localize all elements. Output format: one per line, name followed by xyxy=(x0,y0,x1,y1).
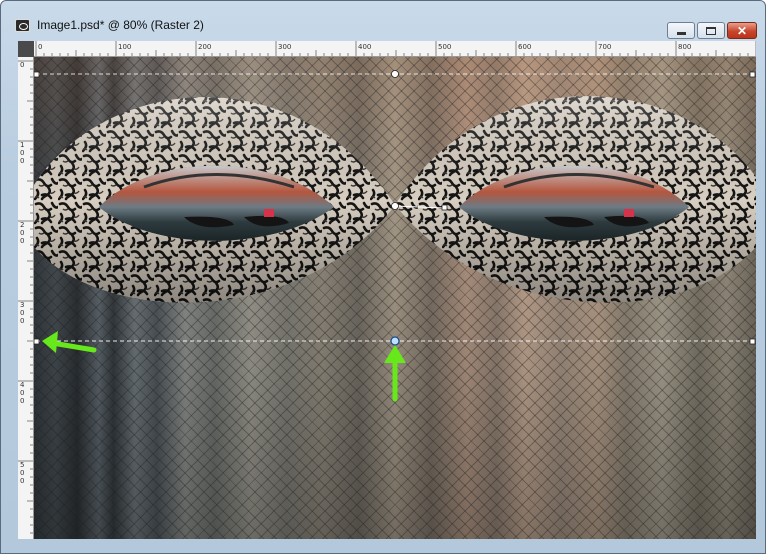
ruler-label: 0 xyxy=(20,397,24,405)
image-canvas[interactable] xyxy=(34,57,756,539)
canvas-artwork xyxy=(34,70,756,402)
ruler-label: 0 xyxy=(20,389,24,397)
handle-top-center[interactable] xyxy=(391,70,399,78)
ruler-label: 0 xyxy=(20,157,24,165)
minimize-icon xyxy=(676,32,686,35)
ruler-label: 0 xyxy=(20,237,24,245)
close-button[interactable]: ✕ xyxy=(727,22,757,39)
handle-top-left[interactable] xyxy=(34,71,40,78)
ruler-label: 300 xyxy=(278,43,291,51)
ruler-label: 3 xyxy=(20,301,24,309)
ruler-label: 500 xyxy=(438,43,451,51)
handle-center[interactable] xyxy=(391,202,399,210)
ruler-corner[interactable] xyxy=(18,41,34,57)
ruler-label: 600 xyxy=(518,43,531,51)
close-icon: ✕ xyxy=(736,23,748,38)
ruler-label: 800 xyxy=(678,43,691,51)
horizontal-ruler[interactable]: 0 100 200 300 400 500 600 700 800 xyxy=(34,41,756,57)
ruler-label: 0 xyxy=(38,43,42,51)
ruler-label: 0 xyxy=(20,61,24,69)
handle-rotate[interactable] xyxy=(441,204,448,211)
ruler-label: 200 xyxy=(198,43,211,51)
vertical-ruler[interactable]: 0100200300400500 xyxy=(18,57,34,539)
ruler-label: 1 xyxy=(20,141,24,149)
ruler-label: 0 xyxy=(20,317,24,325)
green-arrow-up xyxy=(384,345,406,402)
window-title: Image1.psd* @ 80% (Raster 2) xyxy=(37,18,204,32)
handle-bottom-center[interactable] xyxy=(390,336,400,346)
image-window: Image1.psd* @ 80% (Raster 2) ✕ 0 100 200 30… xyxy=(0,0,766,554)
green-arrow-left xyxy=(42,331,97,353)
horizontal-ruler-ticks: 0 100 200 300 400 500 600 700 800 xyxy=(35,41,756,56)
ruler-label: 0 xyxy=(20,149,24,157)
ruler-label: 100 xyxy=(118,43,131,51)
ruler-label: 400 xyxy=(358,43,371,51)
camera-app-icon[interactable] xyxy=(15,19,30,32)
title-bar[interactable]: Image1.psd* @ 80% (Raster 2) ✕ xyxy=(1,1,765,39)
maximize-button[interactable] xyxy=(697,22,725,39)
ruler-label: 5 xyxy=(20,461,24,469)
ruler-label: 700 xyxy=(598,43,611,51)
maximize-icon xyxy=(706,26,716,35)
ruler-label: 0 xyxy=(20,309,24,317)
ruler-label: 0 xyxy=(20,229,24,237)
ruler-label: 0 xyxy=(20,469,24,477)
ruler-label: 0 xyxy=(20,477,24,485)
ruler-label: 4 xyxy=(20,381,25,389)
handle-bottom-left[interactable] xyxy=(34,338,40,345)
caption-buttons: ✕ xyxy=(667,22,757,39)
ruler-label: 2 xyxy=(20,221,24,229)
handle-top-right[interactable] xyxy=(749,71,756,78)
minimize-button[interactable] xyxy=(667,22,695,39)
handle-bottom-right[interactable] xyxy=(749,338,756,345)
vertical-ruler-ticks: 0100200300400500 xyxy=(18,60,33,534)
